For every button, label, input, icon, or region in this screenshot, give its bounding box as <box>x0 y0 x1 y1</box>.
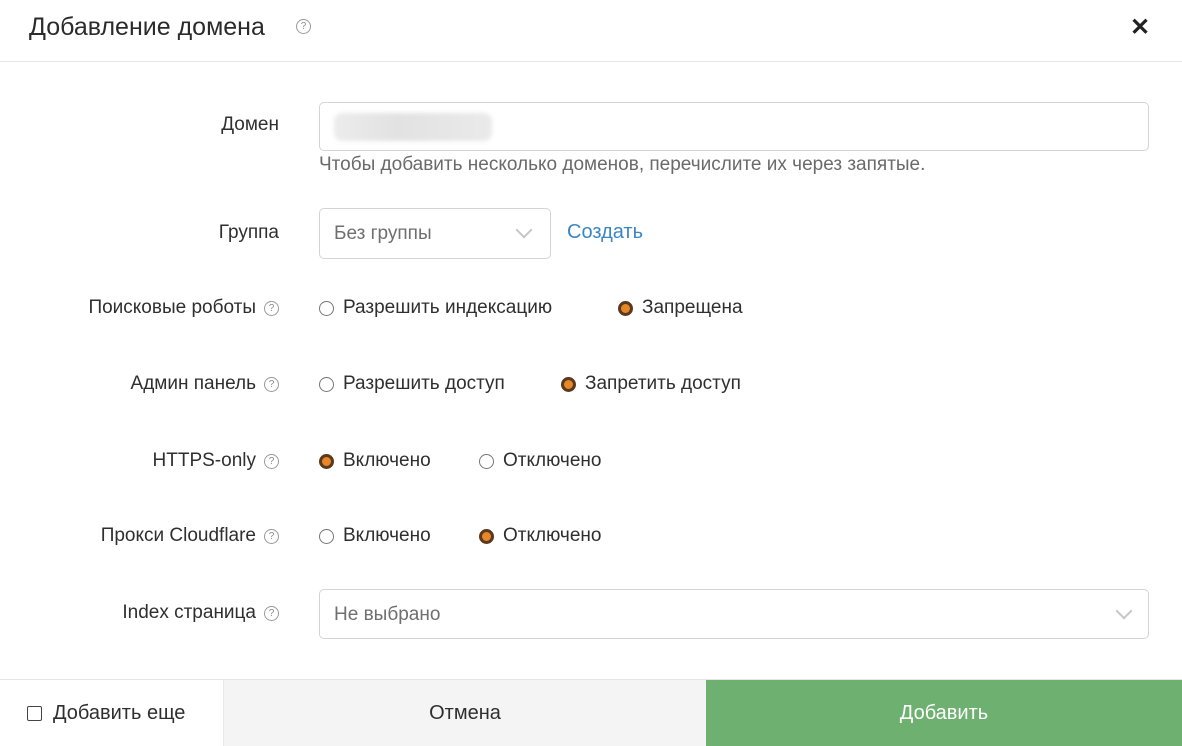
robots-label: Поисковые роботы ? <box>88 297 279 319</box>
robots-option-deny[interactable]: Запрещена <box>618 297 743 319</box>
robots-option-deny-label: Запрещена <box>642 297 743 318</box>
add-more-checkbox[interactable]: Добавить еще <box>0 680 223 746</box>
cloudflare-option-on[interactable]: Включено <box>319 525 431 547</box>
chevron-down-icon <box>1115 602 1133 620</box>
close-icon[interactable]: ✕ <box>1128 16 1152 40</box>
index-page-label-text: Index страница <box>122 602 256 623</box>
radio-selected-icon <box>561 376 576 392</box>
admin-option-allow[interactable]: Разрешить доступ <box>319 373 505 395</box>
index-page-select-value: Не выбрано <box>334 604 441 625</box>
https-option-on[interactable]: Включено <box>319 450 431 472</box>
radio-selected-icon <box>479 528 494 544</box>
robots-label-text: Поисковые роботы <box>88 297 256 318</box>
group-select[interactable]: Без группы <box>319 208 551 259</box>
robots-option-allow-label: Разрешить индексацию <box>343 297 553 318</box>
index-page-help-icon[interactable]: ? <box>264 605 279 621</box>
title-help-icon[interactable]: ? <box>296 19 311 34</box>
https-help-icon[interactable]: ? <box>264 453 279 469</box>
radio-icon <box>479 453 494 469</box>
radio-icon <box>319 376 334 392</box>
https-label-text: HTTPS-only <box>152 450 256 471</box>
radio-selected-icon <box>618 300 633 316</box>
group-select-value: Без группы <box>334 223 432 244</box>
cloudflare-option-off[interactable]: Отключено <box>479 525 601 547</box>
redacted-domain-value <box>334 113 492 141</box>
chevron-down-icon <box>515 221 533 239</box>
add-more-label: Добавить еще <box>53 702 186 724</box>
checkbox-icon <box>27 706 42 721</box>
admin-option-deny-label: Запретить доступ <box>585 373 741 394</box>
domain-label-text: Домен <box>221 114 279 135</box>
cloudflare-option-on-label: Включено <box>343 525 431 546</box>
index-page-label: Index страница ? <box>122 602 279 624</box>
cloudflare-label-text: Прокси Cloudflare <box>100 525 256 546</box>
admin-option-deny[interactable]: Запретить доступ <box>561 373 741 395</box>
https-label: HTTPS-only ? <box>153 450 279 472</box>
robots-option-allow[interactable]: Разрешить индексацию <box>319 297 552 319</box>
https-option-on-label: Включено <box>343 450 431 471</box>
dialog-title: Добавление домена <box>29 13 265 41</box>
cloudflare-option-off-label: Отключено <box>503 525 602 546</box>
admin-label: Админ панель ? <box>131 373 279 395</box>
https-option-off[interactable]: Отключено <box>479 450 601 472</box>
domain-label: Домен <box>221 114 279 136</box>
cloudflare-help-icon[interactable]: ? <box>264 528 279 544</box>
cancel-button[interactable]: Отмена <box>223 680 706 746</box>
domain-input[interactable] <box>319 102 1149 151</box>
group-label: Группа <box>219 222 279 244</box>
admin-option-allow-label: Разрешить доступ <box>343 373 505 394</box>
admin-help-icon[interactable]: ? <box>264 376 279 392</box>
dialog-footer: Добавить еще Отмена Добавить <box>0 679 1182 746</box>
index-page-select[interactable]: Не выбрано <box>319 589 1149 639</box>
robots-help-icon[interactable]: ? <box>264 300 279 316</box>
dialog-header: Добавление домена ? ✕ <box>0 0 1182 62</box>
group-label-text: Группа <box>218 222 279 243</box>
cloudflare-label: Прокси Cloudflare ? <box>101 525 279 547</box>
radio-selected-icon <box>319 453 334 469</box>
admin-label-text: Админ панель <box>130 373 256 394</box>
add-button[interactable]: Добавить <box>706 680 1182 746</box>
domain-hint: Чтобы добавить несколько доменов, перечи… <box>319 154 926 175</box>
radio-icon <box>319 528 334 544</box>
create-group-link[interactable]: Создать <box>567 221 643 244</box>
https-option-off-label: Отключено <box>503 450 602 471</box>
radio-icon <box>319 300 334 316</box>
